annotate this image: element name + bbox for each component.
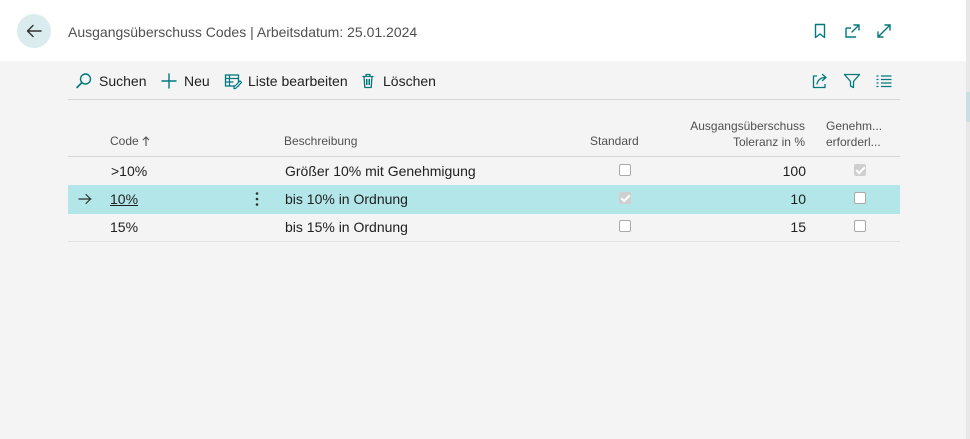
column-header-tolerance[interactable]: Ausgangsüberschuss Toleranz in % bbox=[640, 118, 805, 150]
standard-checkbox[interactable] bbox=[619, 164, 631, 176]
trash-icon bbox=[362, 73, 374, 89]
search-icon bbox=[76, 73, 92, 89]
cell-description: bis 10% in Ordnung bbox=[285, 191, 408, 207]
list-view-icon[interactable] bbox=[875, 72, 893, 90]
edit-list-label: Liste bearbeiten bbox=[248, 73, 348, 89]
cell-description: Größer 10% mit Genehmigung bbox=[285, 163, 476, 179]
column-header-tolerance-line1: Ausgangsüberschuss bbox=[690, 119, 805, 133]
column-header-code[interactable]: Code bbox=[110, 133, 150, 149]
column-header-description[interactable]: Beschreibung bbox=[284, 133, 357, 149]
plus-icon bbox=[161, 73, 177, 89]
search-button[interactable]: Suchen bbox=[75, 71, 146, 91]
standard-checkbox[interactable] bbox=[619, 220, 631, 232]
cell-tolerance: 10 bbox=[790, 191, 806, 207]
column-header-code-label: Code bbox=[110, 134, 139, 148]
cell-description: bis 15% in Ordnung bbox=[285, 219, 408, 235]
delete-button[interactable]: Löschen bbox=[359, 71, 436, 91]
cell-code[interactable]: >10% bbox=[111, 163, 147, 179]
new-label: Neu bbox=[184, 73, 210, 89]
column-header-approval[interactable]: Genehm... erforderl... bbox=[826, 118, 882, 150]
right-scroll-edge bbox=[966, 0, 970, 439]
sort-ascending-icon bbox=[142, 135, 150, 146]
approval-checkbox[interactable] bbox=[854, 192, 866, 204]
column-header-approval-line2: erforderl... bbox=[826, 135, 881, 149]
column-header-standard[interactable]: Standard bbox=[590, 133, 639, 149]
row-arrow-icon bbox=[78, 193, 92, 205]
cell-code[interactable]: 10% bbox=[110, 191, 138, 207]
table-row[interactable]: >10% Größer 10% mit Genehmigung 100 bbox=[68, 157, 900, 186]
table-row[interactable]: 15% bis 15% in Ordnung 15 bbox=[68, 213, 900, 242]
share-icon[interactable] bbox=[811, 72, 829, 90]
column-header-tolerance-line2: Toleranz in % bbox=[732, 135, 805, 149]
delete-label: Löschen bbox=[383, 73, 436, 89]
page-title: Ausgangsüberschuss Codes | Arbeitsdatum:… bbox=[68, 24, 418, 40]
open-in-new-window-icon[interactable] bbox=[843, 22, 861, 40]
expand-icon[interactable] bbox=[875, 22, 893, 40]
table-row-selected[interactable]: 10% bis 10% in Ordnung 10 bbox=[68, 185, 900, 214]
search-label: Suchen bbox=[99, 73, 147, 89]
column-header-approval-line1: Genehm... bbox=[826, 119, 883, 133]
action-bar: Suchen Neu Liste bearbeiten Löschen bbox=[68, 62, 900, 100]
cell-tolerance: 100 bbox=[782, 163, 806, 179]
right-edge-marker bbox=[966, 92, 970, 122]
edit-list-button[interactable]: Liste bearbeiten bbox=[224, 71, 348, 91]
filter-icon[interactable] bbox=[843, 72, 861, 90]
approval-checkbox[interactable] bbox=[854, 164, 866, 176]
approval-checkbox[interactable] bbox=[854, 220, 866, 232]
cell-tolerance: 15 bbox=[790, 219, 806, 235]
arrow-left-icon bbox=[26, 24, 42, 38]
standard-checkbox[interactable] bbox=[619, 192, 631, 204]
page-header: Ausgangsüberschuss Codes | Arbeitsdatum:… bbox=[0, 0, 966, 61]
cell-code[interactable]: 15% bbox=[110, 219, 138, 235]
more-vertical-icon[interactable] bbox=[254, 191, 260, 207]
back-button[interactable] bbox=[17, 14, 51, 48]
edit-list-icon bbox=[224, 74, 242, 90]
new-button[interactable]: Neu bbox=[160, 71, 210, 91]
bookmark-icon[interactable] bbox=[811, 22, 829, 40]
